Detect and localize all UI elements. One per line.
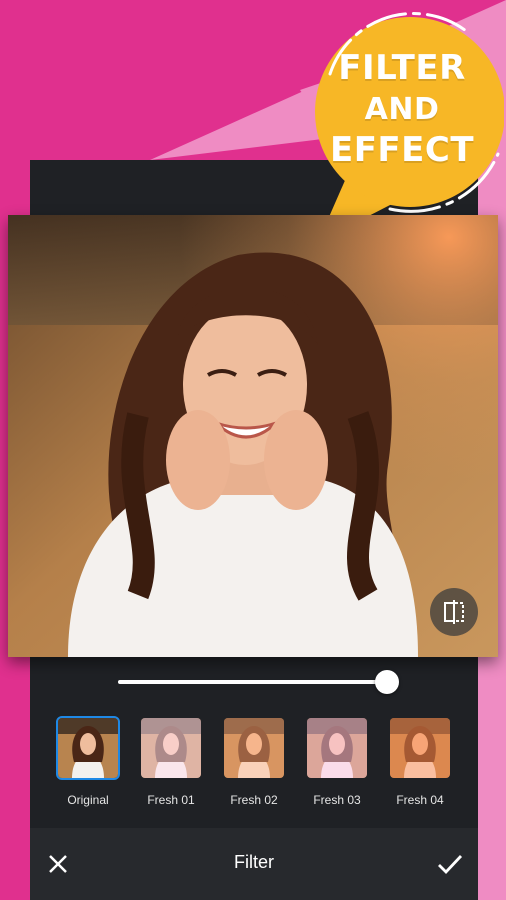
- badge-line-3: EFFECT: [329, 130, 475, 170]
- badge-line-2: AND: [364, 92, 440, 127]
- filter-label: Fresh 04: [396, 793, 444, 807]
- badge-line-1: FILTER: [338, 48, 466, 88]
- bottom-toolbar: Filter: [30, 828, 478, 900]
- compare-button[interactable]: [430, 588, 478, 636]
- check-icon: [438, 855, 463, 875]
- filter-label: Fresh 01: [147, 793, 195, 807]
- filter-thumbnail[interactable]: [56, 716, 120, 780]
- filter-label: Fresh 02: [230, 793, 278, 807]
- filter-thumbnail[interactable]: [305, 716, 369, 780]
- compare-split-icon: [444, 600, 464, 624]
- filter-list: Original Fresh 01 Fresh 02 Fresh 03 Fresh 04: [30, 712, 478, 822]
- filter-item[interactable]: Original: [54, 716, 122, 816]
- filter-item[interactable]: Fresh 04: [386, 716, 454, 816]
- slider-thumb[interactable]: [375, 670, 400, 694]
- filter-label: Original: [67, 793, 109, 807]
- portrait-photo: [8, 215, 498, 657]
- intensity-slider[interactable]: [118, 670, 400, 694]
- filter-thumbnail[interactable]: [222, 716, 286, 780]
- filter-item[interactable]: Fresh 01: [137, 716, 205, 816]
- filter-item[interactable]: Fresh 03: [303, 716, 371, 816]
- filter-thumbnail[interactable]: [388, 716, 452, 780]
- filter-item[interactable]: Fresh 02: [220, 716, 288, 816]
- filter-label: Fresh 03: [313, 793, 361, 807]
- confirm-button[interactable]: [430, 846, 470, 882]
- photo-preview: [8, 215, 498, 657]
- toolbar-title: Filter: [234, 852, 274, 872]
- filter-thumbnail[interactable]: [139, 716, 203, 780]
- slider-track[interactable]: [118, 680, 388, 684]
